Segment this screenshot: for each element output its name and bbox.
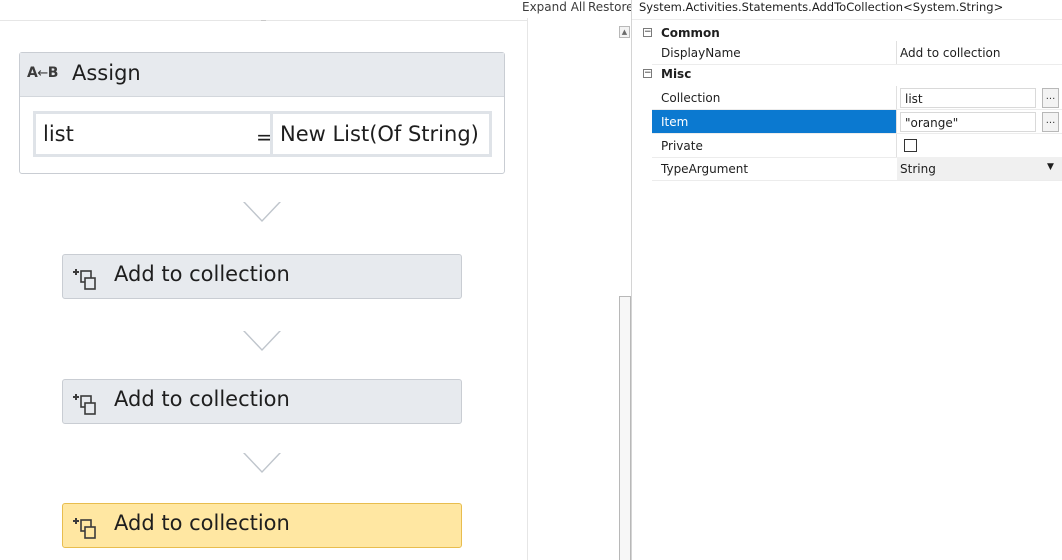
expand-all-link[interactable]: Expand All: [522, 0, 586, 14]
drop-connector-arrow[interactable]: [243, 331, 281, 351]
column-divider: [896, 134, 897, 158]
activity-label: Add to collection: [114, 387, 290, 411]
drop-connector-arrow[interactable]: [243, 202, 281, 222]
property-row-displayname[interactable]: DisplayName Add to collection: [632, 41, 1062, 65]
property-row-typeargument[interactable]: TypeArgument String ▼: [632, 157, 1062, 181]
activity-label: Add to collection: [114, 262, 290, 286]
row-divider: [652, 180, 1062, 181]
typeargument-value: String: [900, 162, 936, 176]
property-name: TypeArgument: [661, 162, 749, 176]
property-name: Collection: [661, 91, 721, 105]
title-divider: [632, 19, 1062, 20]
assign-value-field[interactable]: New List(Of String): [270, 111, 492, 157]
item-ellipsis-button[interactable]: ...: [1042, 112, 1059, 132]
designer-toolbar: Expand All Restore: [0, 0, 634, 18]
properties-type-title: System.Activities.Statements.AddToCollec…: [639, 0, 1004, 14]
scrollbar-thumb[interactable]: [619, 296, 631, 560]
assign-activity-header[interactable]: A←B Assign: [20, 53, 504, 97]
add-to-collection-icon: [73, 394, 96, 415]
property-name: Private: [661, 139, 703, 153]
add-to-collection-activity[interactable]: Add to collection: [62, 254, 462, 299]
properties-panel: System.Activities.Statements.AddToCollec…: [631, 0, 1062, 560]
add-to-collection-activity[interactable]: Add to collection: [62, 379, 462, 424]
collection-value-input[interactable]: list: [900, 88, 1036, 108]
category-misc[interactable]: − Misc: [632, 63, 1062, 85]
category-name: Misc: [661, 67, 692, 81]
column-divider: [896, 86, 897, 110]
category-name: Common: [661, 26, 720, 40]
restore-link[interactable]: Restore: [588, 0, 634, 14]
drop-connector-arrow[interactable]: [243, 453, 281, 473]
assign-title: Assign: [72, 61, 141, 85]
typeargument-dropdown[interactable]: String ▼: [897, 157, 1062, 181]
add-to-collection-activity-selected[interactable]: Add to collection: [62, 503, 462, 548]
add-to-collection-icon: [73, 269, 96, 290]
selected-row-highlight: [652, 110, 896, 134]
property-row-private[interactable]: Private: [632, 134, 1062, 158]
column-divider: [896, 110, 897, 134]
column-divider: [896, 41, 897, 65]
property-name: Item: [661, 115, 689, 129]
dropdown-caret-icon[interactable]: ▼: [1047, 162, 1054, 172]
collapse-icon[interactable]: −: [643, 28, 652, 37]
activity-label: Add to collection: [114, 511, 290, 535]
scroll-up-arrow-icon[interactable]: ▲: [619, 26, 630, 38]
assign-activity[interactable]: A←B Assign list = New List(Of String): [19, 52, 505, 174]
assign-icon: A←B: [27, 65, 58, 81]
property-row-item[interactable]: Item "orange" ...: [632, 110, 1062, 134]
property-name: DisplayName: [661, 46, 741, 60]
item-value-input[interactable]: "orange": [900, 112, 1036, 132]
collection-ellipsis-button[interactable]: ...: [1042, 88, 1059, 108]
collapse-icon[interactable]: −: [643, 69, 652, 78]
property-row-collection[interactable]: Collection list ...: [632, 86, 1062, 110]
sequence-top-connector: [261, 16, 266, 21]
designer-vertical-scrollbar[interactable]: [527, 18, 631, 560]
add-to-collection-icon: [73, 518, 96, 539]
assign-to-field[interactable]: list: [33, 111, 275, 157]
displayname-value[interactable]: Add to collection: [900, 46, 1000, 60]
private-checkbox[interactable]: [904, 139, 917, 152]
